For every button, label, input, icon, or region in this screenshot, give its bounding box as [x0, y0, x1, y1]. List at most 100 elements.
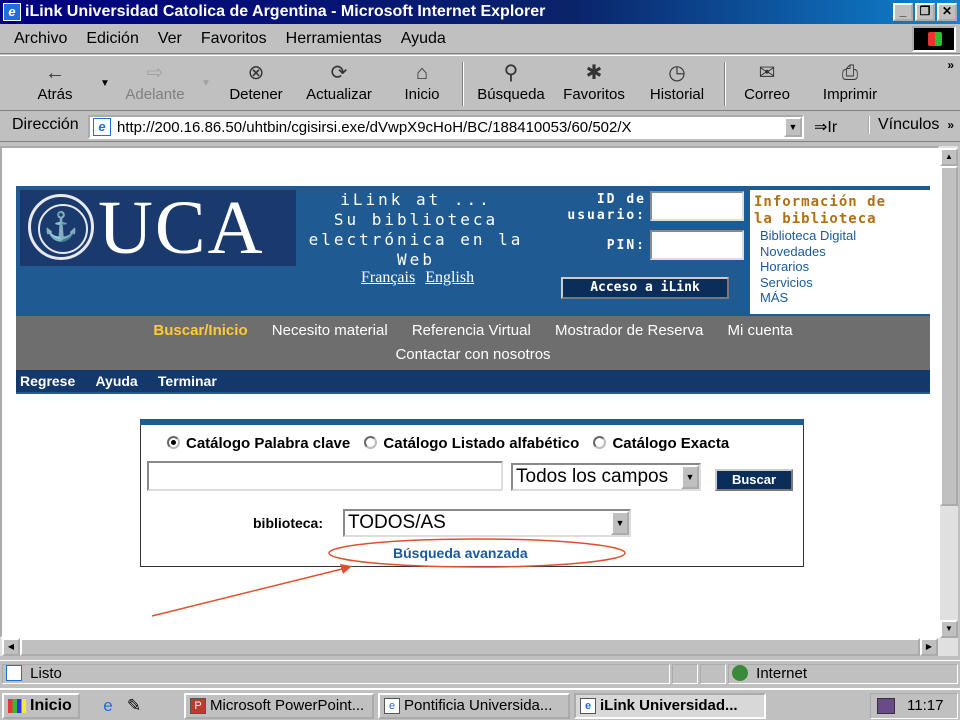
- print-button[interactable]: ⎙ Imprimir: [818, 60, 882, 103]
- go-label: Ir: [827, 119, 838, 136]
- print-label: Imprimir: [822, 86, 878, 103]
- search-query-input[interactable]: [147, 461, 503, 491]
- lang-link-english[interactable]: English: [425, 269, 474, 286]
- menu-ver[interactable]: Ver: [158, 30, 182, 48]
- nav-virtual-reference[interactable]: Referencia Virtual: [412, 322, 531, 339]
- address-dropdown-icon[interactable]: ▼: [784, 117, 802, 137]
- forward-button[interactable]: ⇨ Adelante: [118, 60, 192, 103]
- radio-keyword[interactable]: [167, 436, 180, 449]
- history-button[interactable]: ◷ Historial: [644, 60, 710, 103]
- outlook-quicklaunch-icon[interactable]: ✎: [124, 696, 144, 716]
- scroll-right-icon[interactable]: ▶: [920, 638, 938, 656]
- info-link-services[interactable]: Servicios: [750, 275, 930, 291]
- ie-page-icon: e: [580, 698, 596, 714]
- nav-need-material[interactable]: Necesito material: [272, 322, 388, 339]
- pin-input[interactable]: [650, 230, 744, 260]
- sub-nav: Regrese Ayuda Terminar: [16, 370, 930, 394]
- ie-quicklaunch-icon[interactable]: e: [98, 696, 118, 716]
- refresh-button[interactable]: ⟳ Actualizar: [300, 60, 378, 103]
- close-button[interactable]: ✕: [937, 3, 957, 21]
- info-link-hours[interactable]: Horarios: [750, 259, 930, 275]
- menu-favoritos[interactable]: Favoritos: [201, 30, 267, 48]
- refresh-icon: ⟳: [330, 62, 348, 84]
- links-chevron-icon[interactable]: »: [947, 118, 954, 132]
- windows-flag-icon: [8, 699, 26, 713]
- address-url[interactable]: http://200.16.86.50/uhtbin/cgisirsi.exe/…: [117, 119, 632, 136]
- nav-contact-us[interactable]: Contactar con nosotros: [395, 346, 550, 363]
- menu-edicion[interactable]: Edición: [86, 30, 138, 48]
- home-button[interactable]: ⌂ Inicio: [398, 60, 446, 103]
- search-field-select[interactable]: Todos los campos ▼: [511, 463, 701, 491]
- start-label: Inicio: [30, 697, 72, 714]
- minimize-button[interactable]: _: [893, 3, 913, 21]
- university-seal-icon: ⚓: [28, 194, 94, 260]
- vertical-scrollbar[interactable]: ▲ ▼: [940, 146, 958, 638]
- subnav-back[interactable]: Regrese: [20, 370, 75, 392]
- radio-keyword-label[interactable]: Catálogo Palabra clave: [186, 435, 350, 452]
- favorites-folder-icon: ✱: [585, 62, 603, 84]
- back-label: Atrás: [37, 86, 73, 103]
- header-title-line: iLink at ...: [340, 190, 492, 209]
- back-arrow-icon: ←: [45, 62, 65, 84]
- library-select-value: TODOS/AS: [348, 512, 446, 533]
- info-link-digital-library[interactable]: Biblioteca Digital: [750, 228, 930, 244]
- subnav-help[interactable]: Ayuda: [95, 370, 137, 392]
- go-button[interactable]: ⇒Ir: [814, 117, 837, 137]
- advanced-search-link[interactable]: Búsqueda avanzada: [393, 545, 528, 561]
- library-select[interactable]: TODOS/AS ▼: [343, 509, 631, 537]
- address-bar: Dirección e http://200.16.86.50/uhtbin/c…: [0, 112, 960, 142]
- info-link-news[interactable]: Novedades: [750, 244, 930, 260]
- radio-exact-label[interactable]: Catálogo Exacta: [612, 435, 729, 452]
- back-dropdown-icon[interactable]: ▼: [100, 78, 110, 89]
- task-pontificia[interactable]: e Pontificia Universida...: [378, 693, 570, 719]
- horizontal-scrollbar[interactable]: ◀ ▶: [0, 638, 958, 656]
- task-label: iLink Universidad...: [600, 697, 738, 714]
- nav-reserve-desk[interactable]: Mostrador de Reserva: [555, 322, 703, 339]
- search-label: Búsqueda: [477, 86, 545, 103]
- mail-button[interactable]: ✉ Correo: [738, 60, 796, 103]
- task-powerpoint[interactable]: P Microsoft PowerPoint...: [184, 693, 374, 719]
- library-info-panel: Información de la biblioteca Biblioteca …: [750, 190, 930, 314]
- select-dropdown-icon[interactable]: ▼: [681, 465, 699, 489]
- links-button[interactable]: Vínculos: [868, 116, 939, 134]
- tray-app-icon[interactable]: [877, 698, 895, 714]
- select-dropdown-icon[interactable]: ▼: [611, 511, 629, 535]
- window-title-bar[interactable]: e iLink Universidad Catolica de Argentin…: [0, 0, 960, 24]
- radio-browse-label[interactable]: Catálogo Listado alfabético: [383, 435, 579, 452]
- menu-archivo[interactable]: Archivo: [14, 30, 67, 48]
- address-input[interactable]: e http://200.16.86.50/uhtbin/cgisirsi.ex…: [88, 115, 804, 139]
- nav-my-account[interactable]: Mi cuenta: [728, 322, 793, 339]
- favorites-button[interactable]: ✱ Favoritos: [558, 60, 630, 103]
- radio-exact[interactable]: [593, 436, 607, 449]
- task-ilink[interactable]: e iLink Universidad...: [574, 693, 766, 719]
- start-button[interactable]: Inicio: [2, 693, 80, 719]
- forward-dropdown-icon[interactable]: ▼: [201, 78, 211, 89]
- login-button[interactable]: Acceso a iLink: [561, 277, 729, 299]
- horizontal-scroll-thumb[interactable]: [20, 638, 920, 656]
- radio-browse[interactable]: [364, 436, 378, 449]
- menu-ayuda[interactable]: Ayuda: [401, 30, 446, 48]
- user-id-label: ID de usuario:: [567, 192, 646, 223]
- subnav-logout[interactable]: Terminar: [158, 370, 217, 392]
- internet-globe-icon: [732, 665, 748, 681]
- search-type-options: Catálogo Palabra clave Catálogo Listado …: [167, 435, 739, 452]
- back-button[interactable]: ← Atrás: [30, 60, 80, 103]
- search-button[interactable]: ⚲ Búsqueda: [472, 60, 550, 103]
- scroll-left-icon[interactable]: ◀: [2, 638, 20, 656]
- scroll-up-icon[interactable]: ▲: [940, 148, 958, 166]
- search-submit-button[interactable]: Buscar: [715, 469, 793, 491]
- info-link-more[interactable]: MÁS: [750, 290, 930, 306]
- user-id-input[interactable]: [650, 191, 744, 221]
- standard-toolbar: ← Atrás ▼ ⇨ Adelante ▼ ⊗ Detener ⟳ Actua…: [0, 55, 960, 111]
- toolbar-chevron-icon[interactable]: »: [947, 58, 954, 72]
- lang-link-french[interactable]: Français: [361, 269, 415, 286]
- stop-button[interactable]: ⊗ Detener: [222, 60, 290, 103]
- menu-herramientas[interactable]: Herramientas: [286, 30, 382, 48]
- page-header: ⚓ UCA iLink at ... Su biblioteca electró…: [16, 186, 930, 316]
- scroll-down-icon[interactable]: ▼: [940, 620, 958, 638]
- maximize-button[interactable]: ❐: [915, 3, 935, 21]
- home-label: Inicio: [404, 86, 440, 103]
- vertical-scroll-thumb[interactable]: [940, 166, 958, 506]
- search-form: Catálogo Palabra clave Catálogo Listado …: [140, 419, 804, 567]
- nav-search-home[interactable]: Buscar/Inicio: [153, 322, 247, 339]
